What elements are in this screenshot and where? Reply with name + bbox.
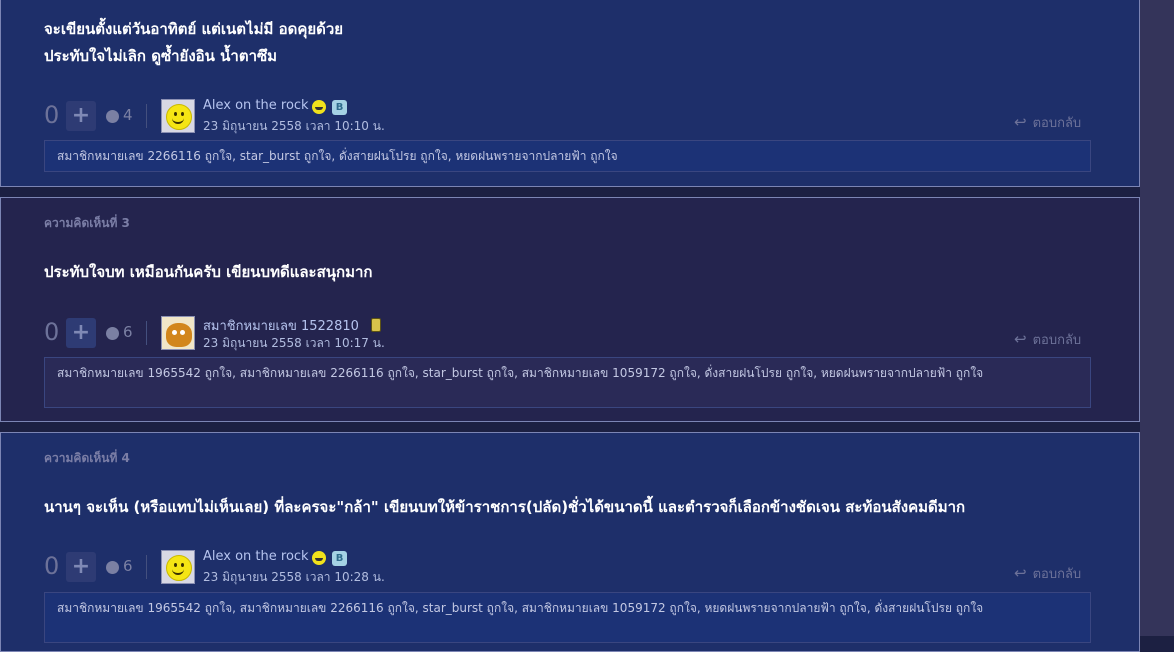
vote-count: 0 xyxy=(44,552,60,580)
emotion-count: 6 xyxy=(123,323,133,341)
likers-box: สมาชิกหมายเลข 2266116 ถูกใจ, star_burst … xyxy=(44,140,1091,172)
reply-arrow-icon: ↩ xyxy=(1014,330,1027,348)
reply-label: ตอบกลับ xyxy=(1032,116,1082,131)
emotion-icon[interactable] xyxy=(106,110,119,123)
likers-box: สมาชิกหมายเลข 1965542 ถูกใจ, สมาชิกหมายเ… xyxy=(44,592,1091,643)
avatar[interactable] xyxy=(161,316,195,350)
reply-arrow-icon: ↩ xyxy=(1014,113,1027,131)
avatar[interactable] xyxy=(161,550,195,584)
plus-vote-button[interactable]: + xyxy=(66,101,96,131)
comment-text-line2: ประทับใจไม่เลิก ดูซ้ำยังอิน น้ำตาซึม xyxy=(44,47,278,65)
blog-badge-icon[interactable]: B xyxy=(332,551,347,566)
grin-emoji-icon xyxy=(312,551,326,565)
plus-vote-button[interactable]: + xyxy=(66,318,96,348)
divider xyxy=(146,555,147,579)
divider xyxy=(146,321,147,345)
reply-label: ตอบกลับ xyxy=(1032,333,1082,348)
emotion-icon[interactable] xyxy=(106,327,119,340)
phone-badge-icon xyxy=(371,318,381,332)
comment-card-2: จะเขียนตั้งแต่วันอาทิตย์ แต่เนตไม่มี อดค… xyxy=(0,0,1140,187)
likers-box: สมาชิกหมายเลข 1965542 ถูกใจ, สมาชิกหมายเ… xyxy=(44,357,1091,408)
plus-vote-button[interactable]: + xyxy=(66,552,96,582)
user-name-link[interactable]: สมาชิกหมายเลข 1522810 xyxy=(203,315,359,336)
comment-number-label: ความคิดเห็นที่ 4 xyxy=(44,451,130,465)
reply-arrow-icon: ↩ xyxy=(1014,564,1027,582)
post-time: 23 มิถุนายน 2558 เวลา 10:17 น. xyxy=(203,336,385,350)
divider xyxy=(146,104,147,128)
blog-badge-icon[interactable]: B xyxy=(332,100,347,115)
comment-card-4: ความคิดเห็นที่ 4 นานๆ จะเห็น (หรือแทบไม่… xyxy=(0,432,1140,652)
reply-button[interactable]: ↩ ตอบกลับ xyxy=(1014,112,1081,133)
emotion-count: 6 xyxy=(123,557,133,575)
comment-meta: 0 + 6 สมาชิกหมายเลข 1522810 23 มิถุนายน … xyxy=(44,315,1094,350)
emotion-icon[interactable] xyxy=(106,561,119,574)
vote-count: 0 xyxy=(44,318,60,346)
scrollbar-track[interactable] xyxy=(1140,0,1174,636)
avatar[interactable] xyxy=(161,99,195,133)
emotion-count: 4 xyxy=(123,106,133,124)
comment-meta: 0 + 4 Alex on the rock B 23 มิถุนายน 255… xyxy=(44,98,1094,133)
reply-button[interactable]: ↩ ตอบกลับ xyxy=(1014,563,1081,584)
reply-label: ตอบกลับ xyxy=(1032,567,1082,582)
comment-card-3: ความคิดเห็นที่ 3 ประทับใจบท เหมือนกันครั… xyxy=(0,197,1140,422)
vote-count: 0 xyxy=(44,101,60,129)
comment-text-line1: จะเขียนตั้งแต่วันอาทิตย์ แต่เนตไม่มี อดค… xyxy=(44,20,344,38)
user-name-link[interactable]: Alex on the rock xyxy=(203,549,309,564)
comment-number-label: ความคิดเห็นที่ 3 xyxy=(44,216,130,230)
grin-emoji-icon xyxy=(312,100,326,114)
post-time: 23 มิถุนายน 2558 เวลา 10:28 น. xyxy=(203,570,385,584)
comment-meta: 0 + 6 Alex on the rock B 23 มิถุนายน 255… xyxy=(44,549,1094,584)
reply-button[interactable]: ↩ ตอบกลับ xyxy=(1014,329,1081,350)
user-name-link[interactable]: Alex on the rock xyxy=(203,98,309,113)
post-time: 23 มิถุนายน 2558 เวลา 10:10 น. xyxy=(203,119,385,133)
comment-text: ประทับใจบท เหมือนกันครับ เขียนบทดีและสนุ… xyxy=(44,263,373,281)
comment-text: นานๆ จะเห็น (หรือแทบไม่เห็นเลย) ที่ละครจ… xyxy=(44,498,966,516)
